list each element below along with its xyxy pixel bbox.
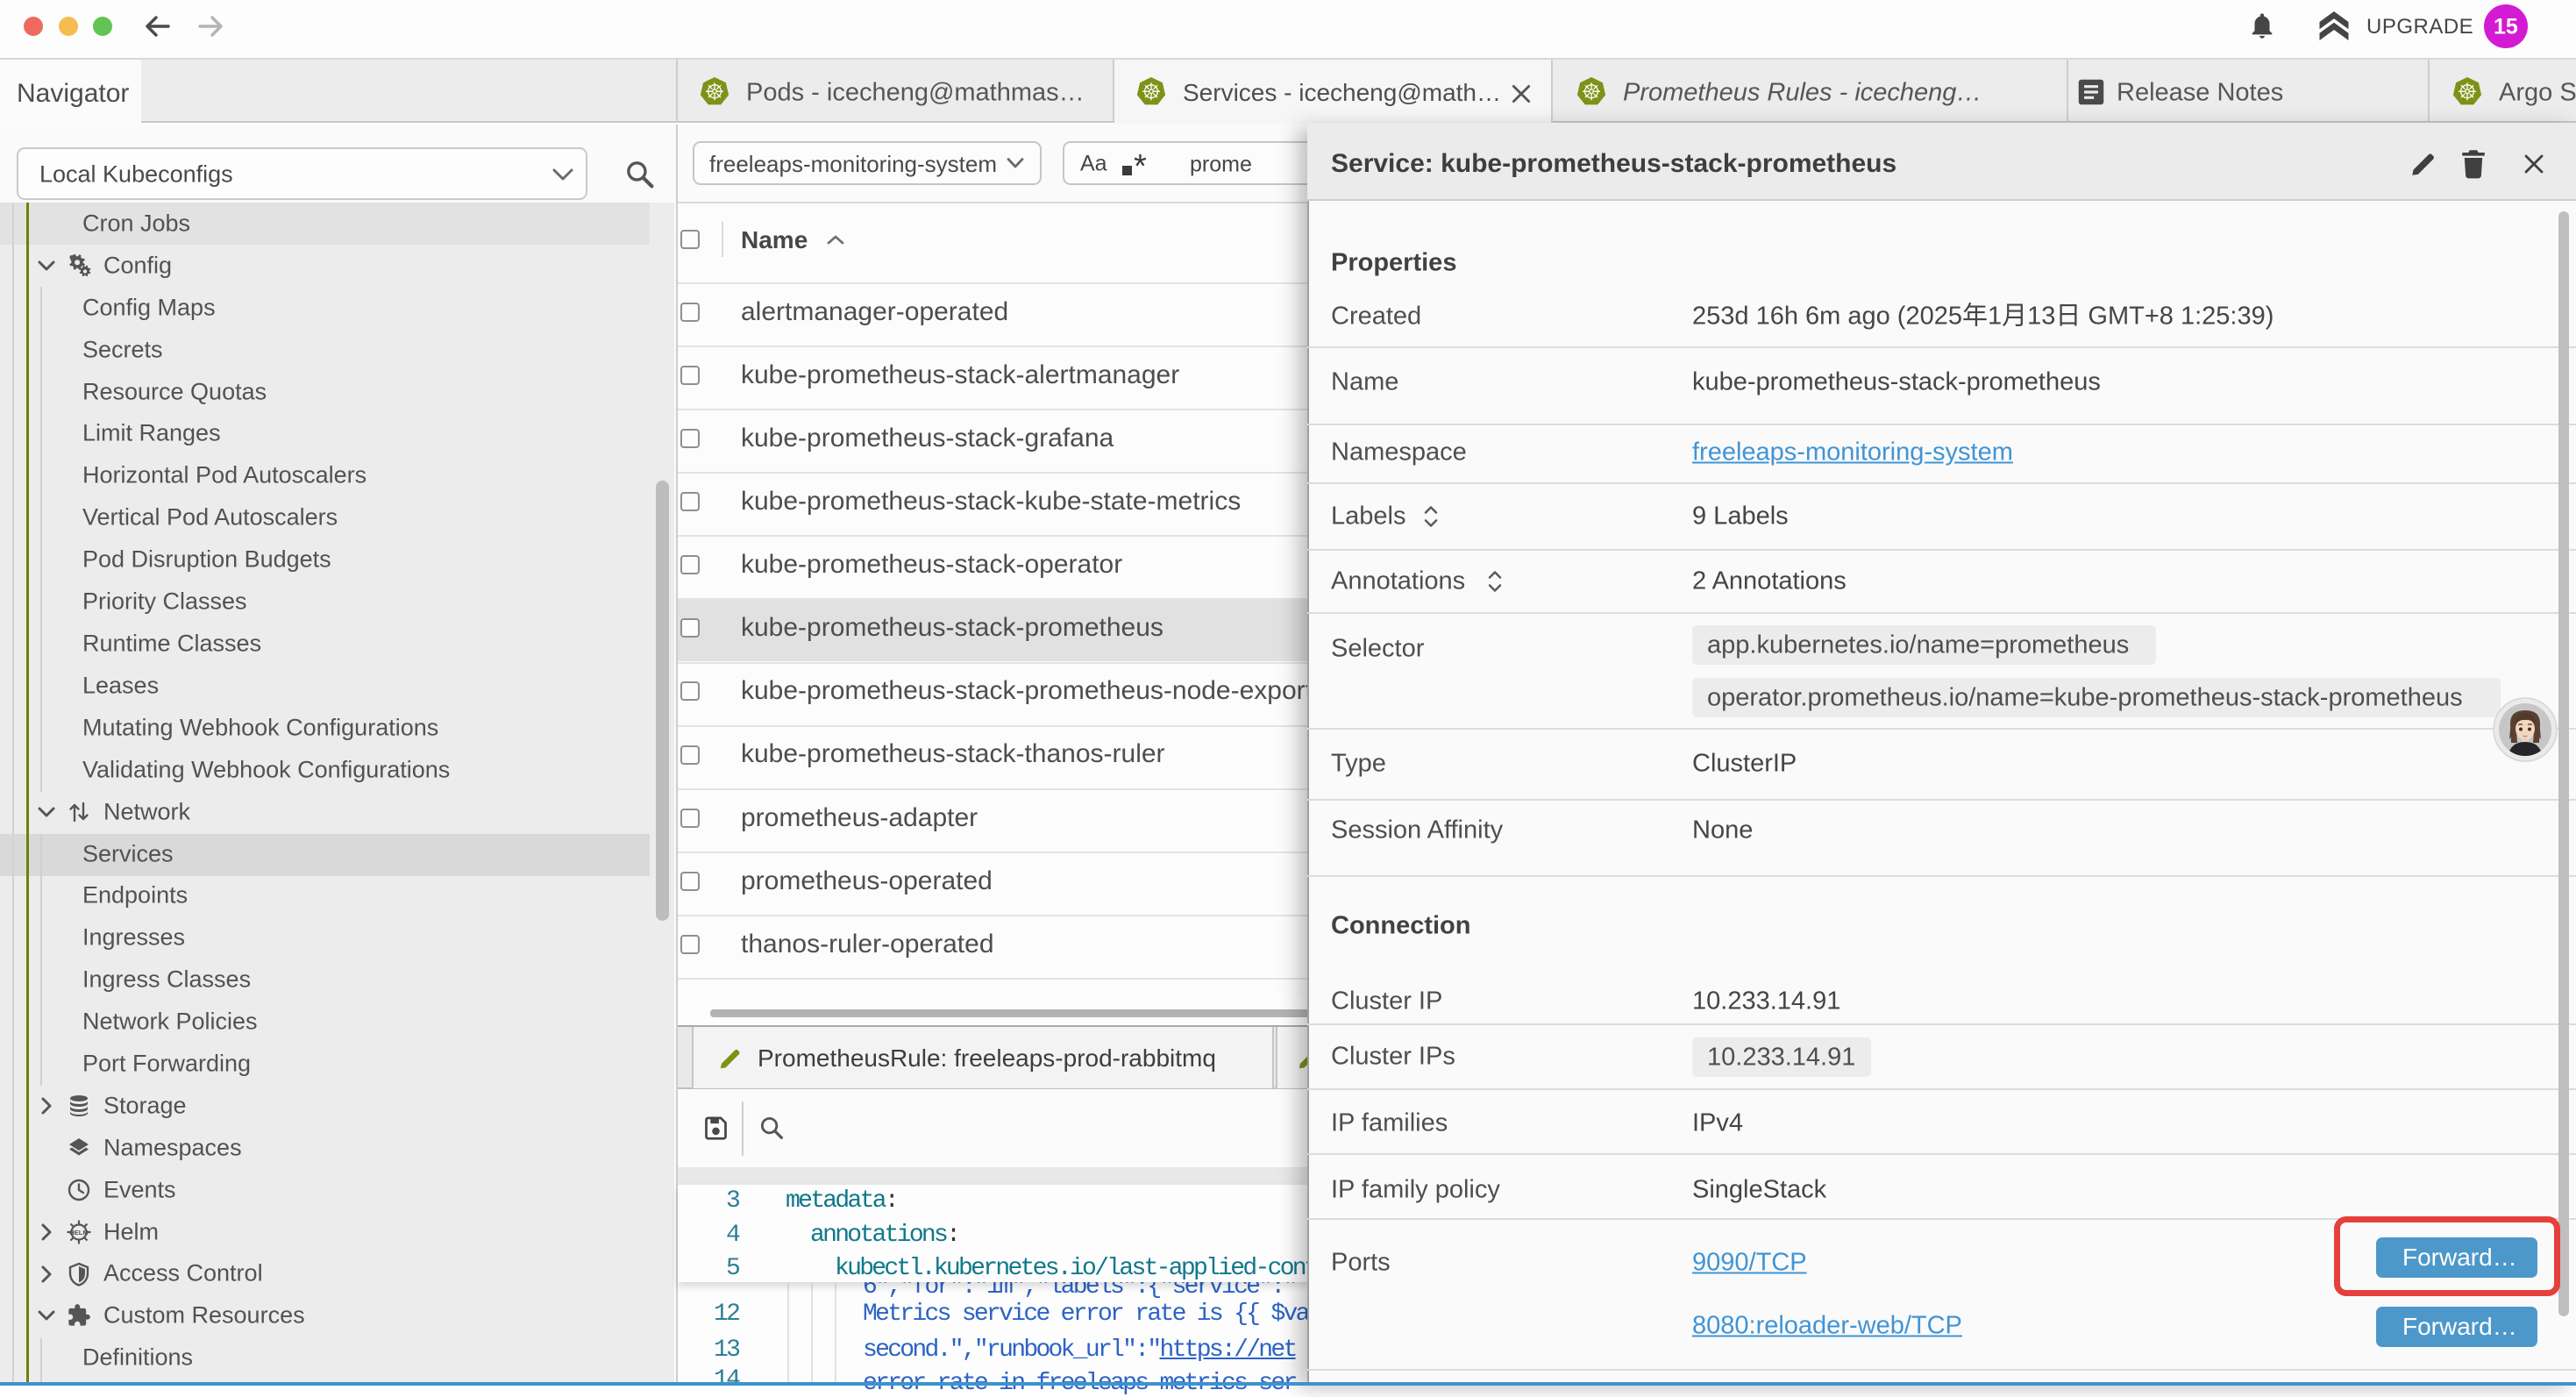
svg-text:HELM: HELM [69, 1229, 88, 1237]
